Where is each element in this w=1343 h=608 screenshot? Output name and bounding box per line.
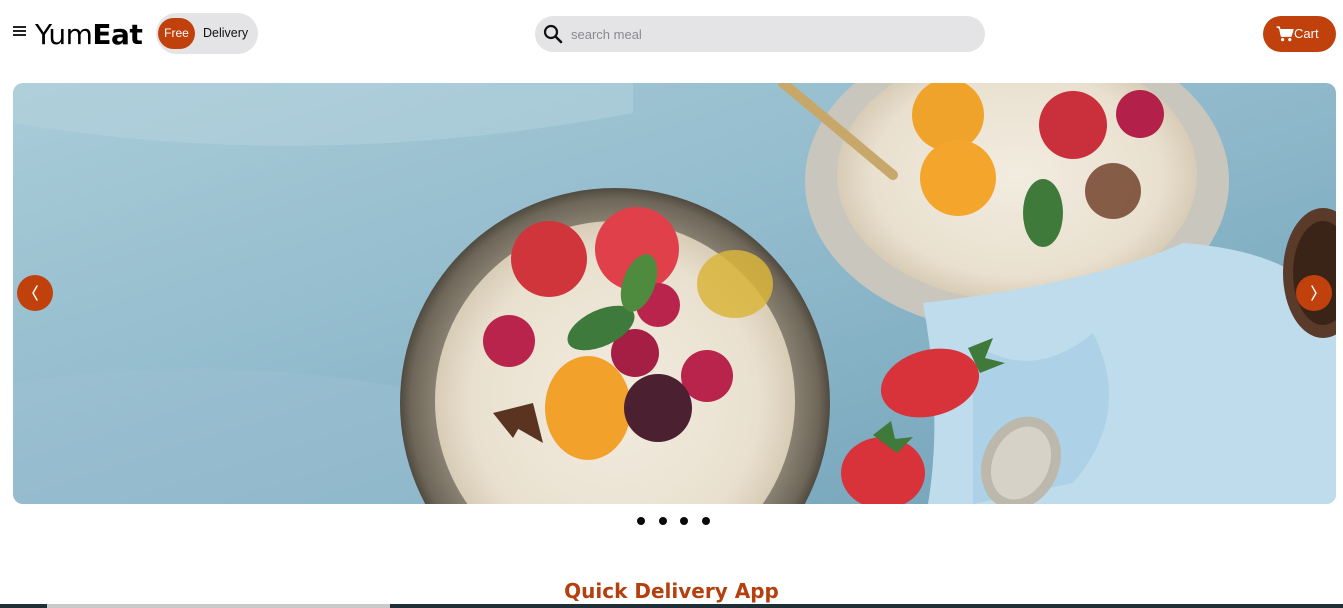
- carousel-indicators: [633, 517, 723, 527]
- section-title: Quick Delivery App: [564, 579, 779, 603]
- cart-label: Cart: [1294, 26, 1319, 41]
- carousel-dot-4[interactable]: [702, 517, 710, 525]
- logo-text-regular: Yum: [35, 18, 93, 51]
- carousel-dot-2[interactable]: [659, 517, 667, 525]
- logo[interactable]: YumEat: [35, 15, 143, 55]
- cart-icon: [1276, 26, 1294, 42]
- carousel-dot-3[interactable]: [680, 517, 688, 525]
- chevron-right-icon: [1311, 285, 1317, 301]
- cart-button[interactable]: Cart: [1263, 16, 1336, 52]
- free-badge: Free: [158, 18, 195, 49]
- header: YumEat Free Delivery Cart: [0, 0, 1343, 70]
- next-section-edge: [0, 604, 1343, 608]
- search-input[interactable]: [571, 16, 971, 52]
- carousel-dot-1[interactable]: [637, 517, 645, 525]
- delivery-label: Delivery: [203, 26, 249, 40]
- search-icon: [543, 24, 563, 44]
- carousel-prev-button[interactable]: [17, 275, 53, 311]
- free-delivery-pill: Free Delivery: [156, 13, 258, 54]
- hero-food-image: [13, 83, 1336, 504]
- search-bar: [535, 16, 985, 52]
- hamburger-menu-icon[interactable]: [13, 24, 26, 36]
- chevron-left-icon: [32, 285, 38, 301]
- hero-carousel: [13, 83, 1336, 504]
- carousel-next-button[interactable]: [1296, 275, 1332, 311]
- next-section-card-edge: [47, 604, 390, 608]
- logo-text-bold: Eat: [92, 18, 143, 51]
